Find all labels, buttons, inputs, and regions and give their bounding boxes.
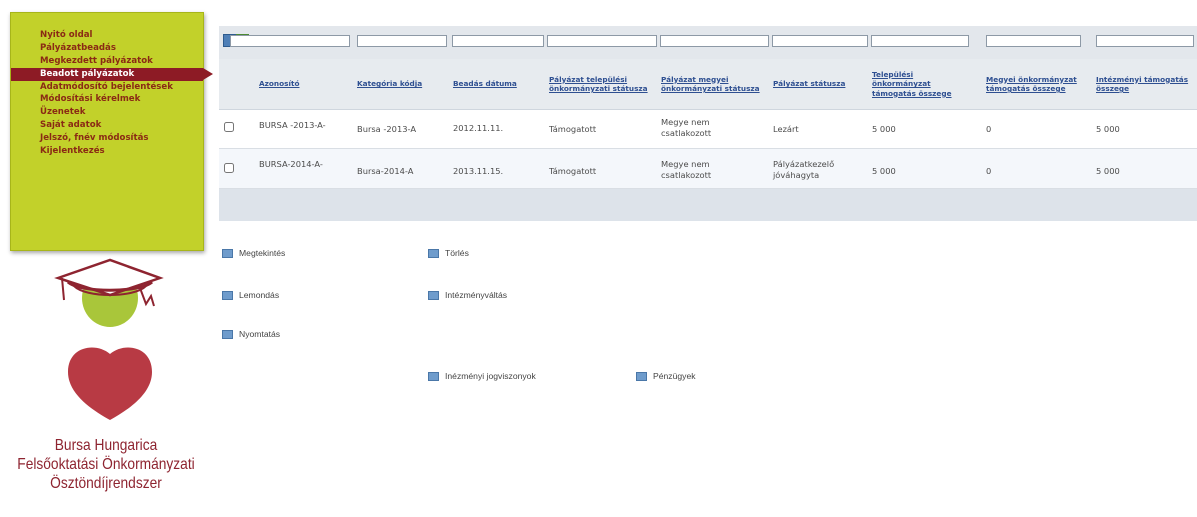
nav-item-adatmodosito-bejelentesek[interactable]: Adatmódosító bejelentések <box>11 81 203 94</box>
cell-beadas-datuma: 2012.11.11. <box>453 123 504 133</box>
nav-item-kijelentkezes[interactable]: Kijelentkezés <box>11 145 203 158</box>
cell-megyei-osszeg: 0 <box>986 166 992 176</box>
logo-heart-shape <box>68 347 152 420</box>
sidebar-menu: Nyitó oldal Pályázatbeadás Megkezdett pá… <box>10 12 213 251</box>
nav-item-jelszo-fnev-modositas[interactable]: Jelszó, fnév módosítás <box>11 132 203 145</box>
view-icon <box>222 248 233 258</box>
cell-telepulesi-statusz: Támogatott <box>549 124 597 134</box>
nav-item-modositasi-kerelmek[interactable]: Módosítási kérelmek <box>11 93 203 106</box>
institution-relations-button[interactable]: Inézményi jogviszonyok <box>428 371 536 381</box>
cell-palyazat-statusz: Pályázatkezelő jóváhagyta <box>773 159 835 180</box>
filter-input-telepulesi-osszeg[interactable] <box>871 35 969 47</box>
filter-input-palyazat-statusz[interactable] <box>772 35 868 47</box>
row-select-checkbox[interactable] <box>224 163 234 173</box>
finances-button-label: Pénzügyek <box>653 371 696 381</box>
nav-list: Nyitó oldal Pályázatbeadás Megkezdett pá… <box>11 29 213 158</box>
column-header-azonosito[interactable]: Azonosító <box>259 59 339 109</box>
cancel-application-button[interactable]: Lemondás <box>222 290 279 300</box>
view-button-label: Megtekintés <box>239 248 286 258</box>
cell-intezmenyi-osszeg: 5 000 <box>1096 124 1120 134</box>
grid-footer <box>219 189 1197 221</box>
nav-item-beadott-palyazatok[interactable]: Beadott pályázatok <box>11 67 213 81</box>
column-header-megyei-osszeg[interactable]: Megyei önkormányzat támogatás összege <box>986 59 1096 109</box>
institution-change-icon <box>428 290 439 300</box>
finances-button[interactable]: Pénzügyek <box>636 371 696 381</box>
cell-telepulesi-osszeg: 5 000 <box>872 166 896 176</box>
column-header-kategoria-kodja[interactable]: Kategória kódja <box>357 59 447 109</box>
print-button-label: Nyomtatás <box>239 329 281 339</box>
row-select-checkbox[interactable] <box>224 122 234 132</box>
column-header-palyazat-statusza[interactable]: Pályázat státusza <box>773 59 865 109</box>
institution-relations-icon <box>428 371 439 381</box>
logo-text-line1: Bursa Hungarica <box>54 437 158 454</box>
table-row[interactable]: BURSA-2014-A- Bursa-2014-A 2013.11.15. T… <box>219 149 1197 189</box>
table-row[interactable]: BURSA -2013-A- Bursa -2013-A 2012.11.11.… <box>219 110 1197 149</box>
bursa-hungarica-logo <box>54 258 164 420</box>
column-header-intezmenyi-osszeg[interactable]: Intézményi támogatás összege <box>1096 59 1197 109</box>
finances-icon <box>636 371 647 381</box>
institution-change-button[interactable]: Intézményváltás <box>428 290 507 300</box>
filter-input-megyei-osszeg[interactable] <box>986 35 1081 47</box>
institution-relations-button-label: Inézményi jogviszonyok <box>445 371 536 381</box>
filter-input-megyei-statusz[interactable] <box>660 35 769 47</box>
cell-kategoria-kodja: Bursa-2014-A <box>357 166 414 176</box>
cell-telepulesi-osszeg: 5 000 <box>872 124 896 134</box>
filter-input-intezmenyi-osszeg[interactable] <box>1096 35 1194 47</box>
grid-toolbar <box>219 26 1197 60</box>
filter-input-kategoria[interactable] <box>357 35 447 47</box>
cell-palyazat-statusz: Lezárt <box>773 124 799 134</box>
cell-beadas-datuma: 2013.11.15. <box>453 166 504 176</box>
filter-input-azonosito[interactable] <box>230 35 350 47</box>
nav-item-nyito-oldal[interactable]: Nyitó oldal <box>11 29 203 42</box>
filter-input-telepulesi-statusz[interactable] <box>547 35 657 47</box>
column-header-megyei-statusz[interactable]: Pályázat megyei önkormányzati státusza <box>661 59 773 109</box>
logo-text-line3: Ösztöndíjrendszer <box>50 475 162 492</box>
filter-input-beadas-datuma[interactable] <box>452 35 544 47</box>
column-header-telepulesi-statusz[interactable]: Pályázat települési önkormányzati státus… <box>549 59 663 109</box>
nav-item-megkezdett-palyazatok[interactable]: Megkezdett pályázatok <box>11 55 203 68</box>
cell-megyei-osszeg: 0 <box>986 124 992 134</box>
print-icon <box>222 329 233 339</box>
logo-text-line2: Felsőoktatási Önkormányzati <box>17 456 195 473</box>
cell-intezmenyi-osszeg: 5 000 <box>1096 166 1120 176</box>
delete-button-label: Törlés <box>445 248 469 258</box>
cancel-application-button-label: Lemondás <box>239 290 280 300</box>
institution-change-button-label: Intézményváltás <box>445 290 508 300</box>
cancel-icon <box>222 290 233 300</box>
delete-icon <box>428 248 439 258</box>
view-button[interactable]: Megtekintés <box>222 248 285 258</box>
cell-telepulesi-statusz: Támogatott <box>549 166 597 176</box>
cell-megyei-statusz: Megye nem csatlakozott <box>661 117 712 138</box>
nav-item-uzenetek[interactable]: Üzenetek <box>11 106 203 119</box>
column-header-telepulesi-osszeg[interactable]: Települési önkormányzat támogatás összeg… <box>872 59 960 109</box>
cell-azonosito: BURSA -2013-A- <box>259 120 326 130</box>
print-button[interactable]: Nyomtatás <box>222 329 280 339</box>
grid-header: Azonosító Kategória kódja Beadás dátuma … <box>219 59 1197 110</box>
cell-azonosito: BURSA-2014-A- <box>259 159 323 169</box>
delete-button[interactable]: Törlés <box>428 248 469 258</box>
column-header-beadas-datuma[interactable]: Beadás dátuma <box>453 59 543 109</box>
nav-item-sajat-adatok[interactable]: Saját adatok <box>11 119 203 132</box>
cell-kategoria-kodja: Bursa -2013-A <box>357 124 417 134</box>
nav-item-palyazatbeadas[interactable]: Pályázatbeadás <box>11 42 203 55</box>
cell-megyei-statusz: Megye nem csatlakozott <box>661 159 712 180</box>
